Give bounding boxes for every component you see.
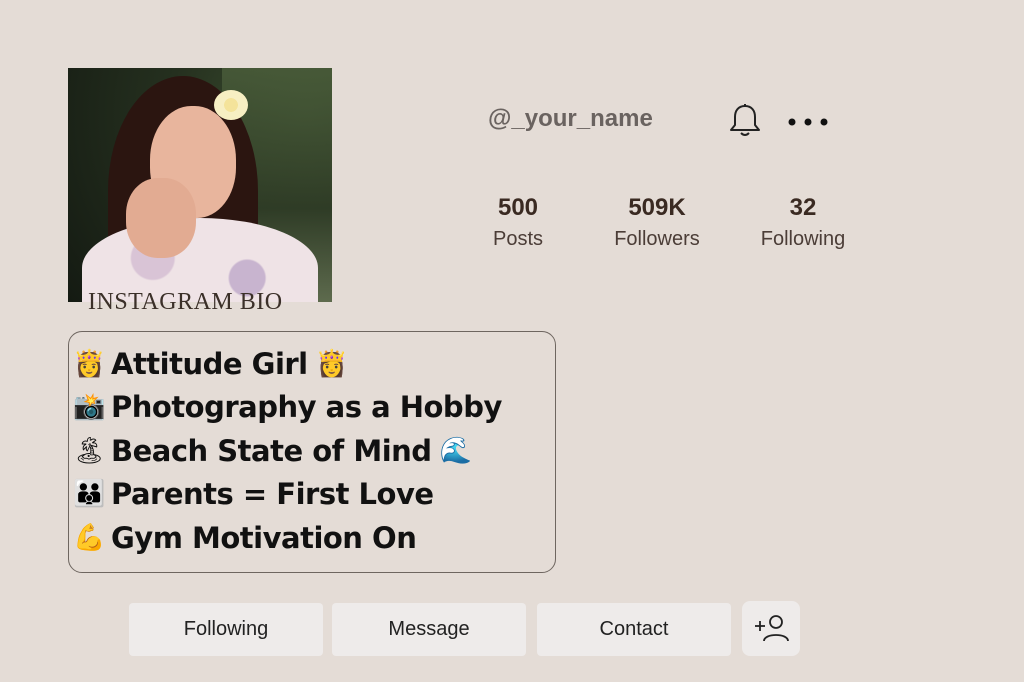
bio-line-text: Parents = First Love bbox=[111, 477, 434, 512]
photo-flower bbox=[214, 90, 248, 120]
add-user-button[interactable] bbox=[742, 601, 800, 656]
profile-photo[interactable] bbox=[68, 68, 332, 302]
bio-line: 👸 Attitude Girl 👸 bbox=[69, 342, 555, 386]
stat-label: Posts bbox=[492, 228, 544, 250]
stat-label: Following bbox=[760, 228, 846, 250]
bio-line-text: Beach State of Mind bbox=[111, 433, 432, 468]
bio-line-text: Attitude Girl bbox=[111, 346, 308, 381]
stat-posts[interactable]: 500 Posts bbox=[458, 194, 578, 251]
bio-line-text: Gym Motivation On bbox=[111, 520, 417, 555]
photo-hand bbox=[126, 178, 196, 258]
stat-following[interactable]: 32 Following bbox=[743, 194, 863, 251]
bio-line-text: Photography as a Hobby bbox=[111, 390, 502, 425]
username[interactable]: @_your_name bbox=[488, 105, 653, 133]
camera-flash-emoji-icon: 📸 bbox=[73, 392, 105, 423]
bell-icon[interactable] bbox=[728, 103, 762, 139]
contact-button[interactable]: Contact bbox=[537, 603, 731, 656]
stat-value: 509K bbox=[628, 194, 686, 221]
princess-emoji-icon: 👸 bbox=[315, 348, 348, 379]
message-button[interactable]: Message bbox=[332, 603, 526, 656]
family-emoji-icon: 👪 bbox=[73, 479, 105, 510]
flexed-bicep-emoji-icon: 💪 bbox=[73, 522, 105, 553]
more-horizontal-icon[interactable] bbox=[786, 110, 830, 134]
photo-caption: INSTAGRAM BIO bbox=[88, 289, 283, 315]
stat-value: 500 bbox=[497, 194, 539, 221]
wave-emoji-icon: 🌊 bbox=[439, 435, 472, 466]
add-user-icon bbox=[755, 614, 789, 641]
stat-label: Followers bbox=[614, 228, 700, 250]
following-button[interactable]: Following bbox=[129, 603, 323, 656]
bio-line: 📸 Photography as a Hobby bbox=[69, 386, 555, 430]
stat-value: 32 bbox=[789, 194, 817, 221]
bio-line: 👪 Parents = First Love bbox=[69, 473, 555, 517]
bio-box: 👸 Attitude Girl 👸 📸 Photography as a Hob… bbox=[68, 331, 556, 573]
stat-followers[interactable]: 509K Followers bbox=[597, 194, 717, 251]
bio-line: 💪 Gym Motivation On bbox=[69, 516, 555, 560]
bio-line: 🏝 Beach State of Mind 🌊 bbox=[69, 429, 555, 473]
island-emoji-icon: 🏝 bbox=[72, 435, 106, 466]
princess-emoji-icon: 👸 bbox=[73, 348, 105, 379]
